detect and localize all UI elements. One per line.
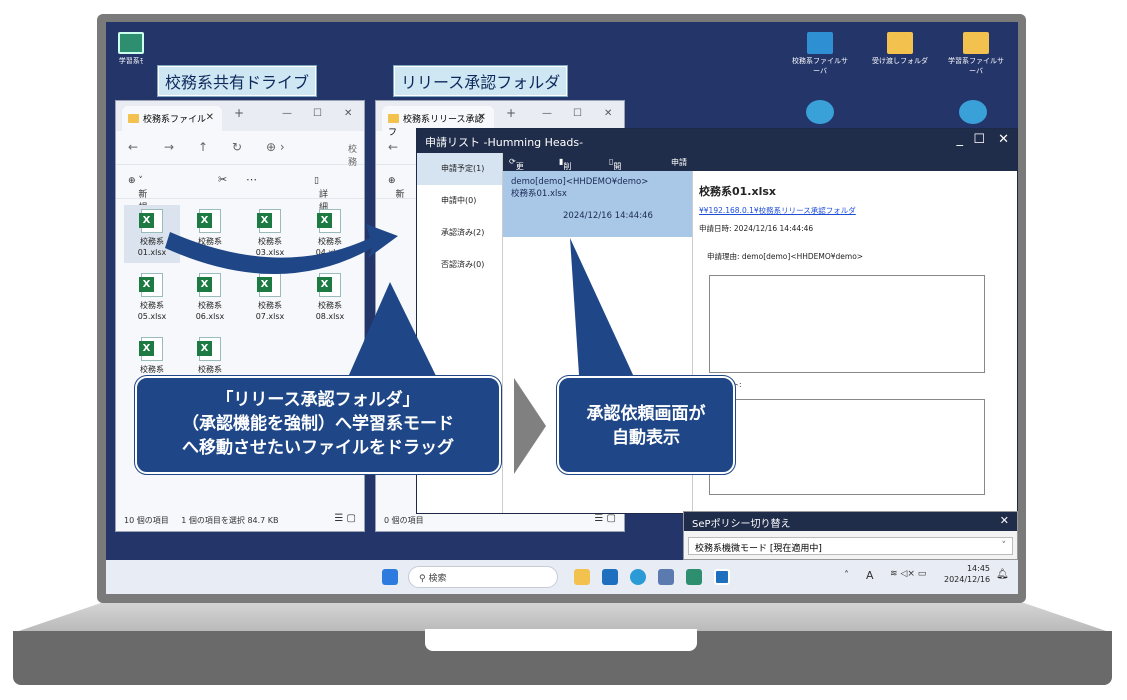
annotation-overlay — [165, 224, 640, 474]
callout-line: 「リリース承認フォルダ」 — [216, 390, 420, 410]
callout-line: 承認依頼画面が — [586, 404, 706, 424]
callout-auto-display: 承認依頼画面が 自動表示 — [556, 375, 736, 475]
laptop-scene: 学習系ﾓ 校務系ファイルサーバ 受け渡しフォルダ 学習系ファイルサーバ 校務系共… — [0, 0, 1127, 700]
callout-drag-instruction: 「リリース承認フォルダ」 （承認機能を強制）へ学習系モード へ移動させたいファイ… — [134, 375, 502, 475]
callout-pointer-left — [345, 282, 440, 384]
callout-line: （承認機能を強制）へ学習系モード — [182, 414, 454, 434]
drag-arrow — [165, 224, 398, 274]
flow-arrow — [514, 378, 546, 474]
callout-line: へ移動させたいファイルをドラッグ — [182, 438, 454, 458]
callout-line: 自動表示 — [612, 428, 680, 448]
callout-pointer-right — [570, 238, 640, 390]
